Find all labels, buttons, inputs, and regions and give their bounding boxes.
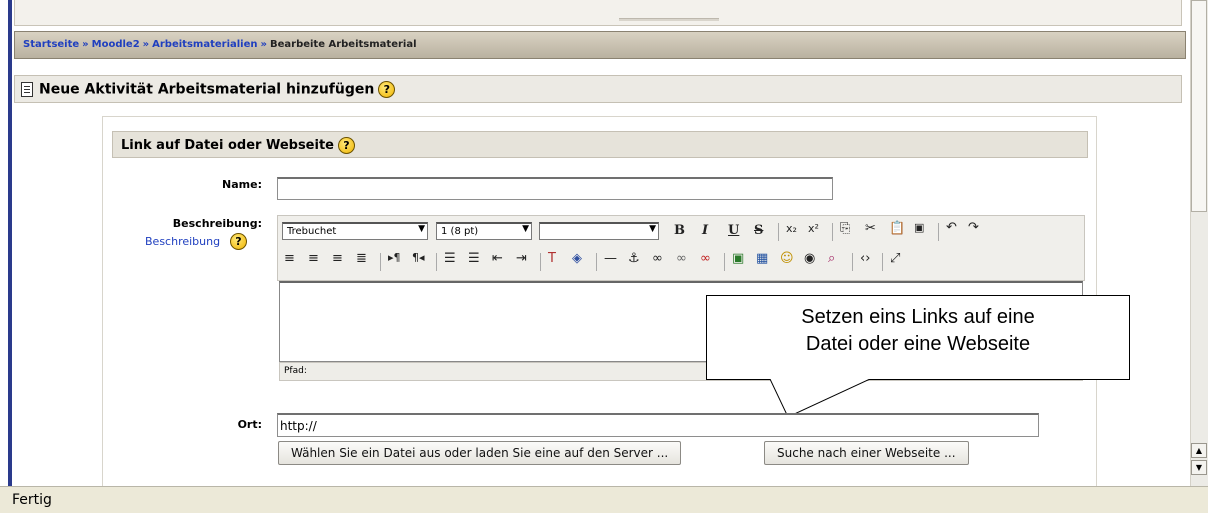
- insert-table-icon[interactable]: ▦: [756, 251, 768, 266]
- ordered-list-icon[interactable]: ☰: [444, 251, 456, 266]
- anchor-icon[interactable]: ⚓: [628, 251, 640, 266]
- redo-icon[interactable]: ↷: [968, 220, 979, 235]
- font-size-value: 1 (8 pt): [441, 226, 479, 237]
- help-icon[interactable]: ?: [230, 233, 247, 250]
- search-web-button[interactable]: Suche nach einer Webseite ...: [764, 441, 969, 465]
- breadcrumb-separator: »: [260, 39, 267, 50]
- editor-toolbar: Trebuchet ▼ 1 (8 pt) ▼ ▼ B I U S x₂ x² ⎘ ✂…: [277, 215, 1085, 281]
- name-label: Name:: [222, 178, 262, 191]
- toolbar-separator: [436, 253, 437, 271]
- toolbar-separator: [778, 223, 779, 241]
- status-bar: Fertig: [0, 486, 1208, 513]
- align-right-icon[interactable]: ≡: [332, 251, 343, 266]
- text-color-icon[interactable]: T: [548, 251, 556, 266]
- font-family-value: Trebuchet: [287, 226, 337, 237]
- section-header: Neue Aktivität Arbeitsmaterial hinzufüge…: [14, 75, 1182, 103]
- unlink-icon[interactable]: ∞: [676, 251, 687, 266]
- toolbar-separator: [882, 253, 883, 271]
- fieldset-title: Link auf Datei oder Webseite: [121, 138, 334, 153]
- document-icon: [21, 82, 33, 97]
- breadcrumb-current: Bearbeite Arbeitsmaterial: [269, 39, 417, 50]
- fieldset-header: Link auf Datei oder Webseite?: [112, 131, 1088, 158]
- breadcrumb-link-arbeitsmaterialien[interactable]: Arbeitsmaterialien: [152, 39, 257, 50]
- format-select[interactable]: ▼: [539, 222, 659, 240]
- scroll-up-icon[interactable]: ▲: [1191, 443, 1207, 458]
- strikethrough-icon[interactable]: S: [754, 223, 763, 238]
- help-icon[interactable]: ?: [378, 81, 396, 98]
- breadcrumb-separator: »: [82, 39, 89, 50]
- status-text: Fertig: [12, 492, 52, 508]
- toolbar-separator: [540, 253, 541, 271]
- cut-icon[interactable]: ✂: [865, 221, 876, 236]
- fullscreen-icon[interactable]: ⤢: [890, 251, 900, 266]
- annotation-callout: Setzen eins Links auf eine Datei oder ei…: [706, 295, 1130, 380]
- toolbar-separator: [724, 253, 725, 271]
- link-icon[interactable]: ∞: [652, 251, 663, 266]
- undo-icon[interactable]: ↶: [946, 220, 957, 235]
- scrollbar-thumb[interactable]: [1191, 0, 1207, 212]
- unordered-list-icon[interactable]: ☰: [468, 251, 480, 266]
- insert-image-icon[interactable]: ▣: [732, 251, 744, 266]
- ltr-icon[interactable]: ▸¶: [388, 251, 401, 264]
- toolbar-separator: [938, 223, 939, 241]
- description-label: Beschreibung:: [172, 217, 262, 230]
- italic-icon[interactable]: I: [702, 223, 708, 238]
- scroll-down-icon[interactable]: ▼: [1191, 460, 1207, 475]
- toolbar-separator: [596, 253, 597, 271]
- align-justify-icon[interactable]: ≣: [356, 251, 367, 266]
- location-label: Ort:: [237, 418, 262, 431]
- section-title: Neue Aktivität Arbeitsmaterial hinzufüge…: [39, 81, 375, 98]
- background-color-icon[interactable]: ◈: [572, 251, 582, 266]
- paste-word-icon[interactable]: ▣: [914, 221, 924, 234]
- smiley-icon[interactable]: ☺: [780, 251, 794, 266]
- description-help-link[interactable]: Beschreibung: [145, 235, 220, 248]
- superscript-icon[interactable]: x²: [808, 222, 819, 235]
- breadcrumb-separator: »: [142, 39, 150, 50]
- rtl-icon[interactable]: ¶◂: [412, 251, 425, 264]
- help-icon[interactable]: ?: [337, 137, 355, 154]
- outdent-icon[interactable]: ⇤: [492, 251, 503, 266]
- callout-line-2: Datei oder eine Webseite: [805, 333, 1031, 355]
- breadcrumb: Startseite» Moodle2» Arbeitsmaterialien» Be…: [14, 31, 1186, 59]
- toolbar-separator: [852, 253, 853, 271]
- paste-icon[interactable]: 📋: [889, 221, 905, 236]
- html-source-icon[interactable]: ‹›: [860, 251, 870, 266]
- breadcrumb-link-moodle2[interactable]: Moodle2: [92, 39, 140, 50]
- horizontal-rule-icon[interactable]: —: [604, 251, 617, 266]
- search-replace-icon[interactable]: ⌕: [828, 251, 835, 266]
- breadcrumb-link-startseite[interactable]: Startseite: [23, 39, 79, 50]
- font-size-select[interactable]: 1 (8 pt) ▼: [436, 222, 532, 240]
- toolbar-separator: [380, 253, 381, 271]
- name-input[interactable]: [277, 177, 833, 200]
- align-left-icon[interactable]: ≡: [284, 251, 295, 266]
- align-center-icon[interactable]: ≡: [308, 251, 319, 266]
- indent-icon[interactable]: ⇥: [516, 251, 527, 266]
- choose-file-button[interactable]: Wählen Sie ein Datei aus oder laden Sie …: [278, 441, 682, 465]
- chevron-down-icon: ▼: [418, 224, 425, 234]
- chevron-down-icon: ▼: [649, 224, 656, 234]
- chevron-down-icon: ▼: [522, 224, 529, 234]
- subscript-icon[interactable]: x₂: [786, 222, 797, 235]
- bold-icon[interactable]: B: [674, 223, 685, 238]
- font-family-select[interactable]: Trebuchet ▼: [282, 222, 428, 240]
- copy-icon[interactable]: ⎘: [840, 221, 850, 236]
- callout-line-1: Setzen eins Links auf eine: [801, 306, 1035, 328]
- location-input[interactable]: http://: [277, 413, 1039, 437]
- special-char-icon[interactable]: ◉: [804, 251, 815, 266]
- editor-path-label: Pfad:: [284, 366, 307, 376]
- nolink-icon[interactable]: ∞: [700, 251, 711, 266]
- header-strip: [14, 0, 1182, 26]
- toolbar-separator: [832, 223, 833, 241]
- header-grip: [619, 18, 719, 21]
- underline-icon[interactable]: U: [728, 223, 739, 238]
